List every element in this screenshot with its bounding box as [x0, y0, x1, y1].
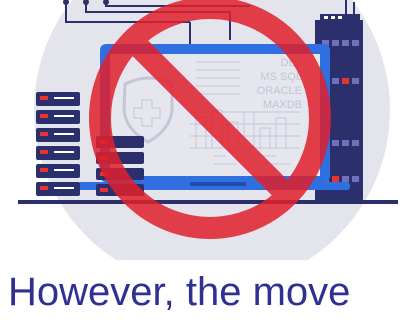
- caption-text: However, the move: [8, 270, 351, 314]
- ground-line: [18, 200, 398, 204]
- database-migration-illustration: DB2 MS SQL ORACLE MAXDB: [18, 0, 398, 260]
- db-label-oracle: ORACLE: [257, 85, 302, 97]
- db-label-maxdb: MAXDB: [263, 99, 302, 111]
- db-label-mssql: MS SQL: [260, 71, 302, 83]
